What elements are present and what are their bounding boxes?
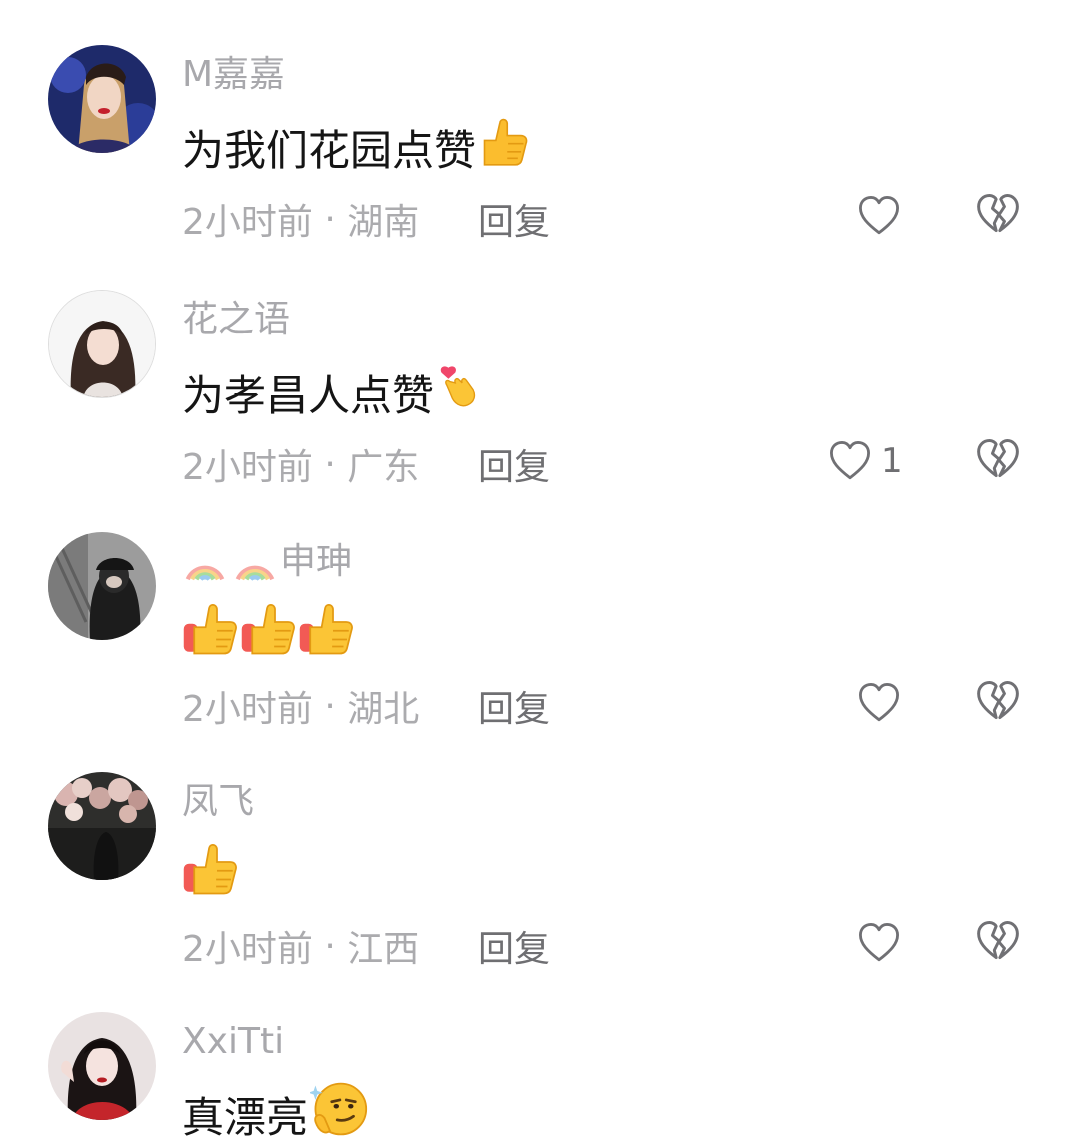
comment-text: 真漂亮 (182, 1081, 368, 1147)
like-button[interactable] (856, 190, 902, 242)
comment-text-content: 为我们花园点赞 (182, 125, 477, 175)
rainbow-icon (182, 539, 228, 585)
username[interactable]: XxiTti (182, 1019, 284, 1065)
comment-item: M嘉嘉 为我们花园点赞 2小时前 · 湖南 回复 (0, 0, 1080, 243)
comment-time: 2小时前 (182, 202, 313, 243)
comment-meta: 2小时前 · 江西 (182, 921, 419, 971)
comment-item: XxiTti 真漂亮 (0, 967, 1080, 1142)
comment-meta: 2小时前 · 广东 (182, 439, 419, 489)
like-button[interactable] (856, 677, 902, 729)
avatar[interactable] (48, 772, 156, 880)
dislike-button[interactable] (974, 435, 1022, 487)
thumbs-up-icon (240, 601, 296, 667)
thumbs-up-icon (298, 601, 354, 667)
dislike-button[interactable] (974, 677, 1022, 729)
comment-item: 花之语 为孝昌人点赞 2小时前 · 广东 回复 1 (0, 245, 1080, 488)
like-button[interactable] (856, 917, 902, 969)
comment-location: 湖北 (347, 689, 420, 730)
smirk-thinking-icon (310, 1080, 368, 1148)
comment-text: 为我们花园点赞 (182, 114, 530, 180)
reply-button[interactable]: 回复 (478, 439, 550, 489)
meta-separator: · (312, 685, 348, 727)
like-button[interactable]: 1 (827, 435, 903, 487)
comment-text (182, 601, 354, 667)
comment-text (182, 841, 238, 907)
comment-text: 为孝昌人点赞 (182, 359, 480, 425)
comment-item: 凤飞 2小时前 · 江西 回复 (0, 727, 1080, 970)
comment-time: 2小时前 (182, 689, 313, 730)
dislike-button[interactable] (974, 190, 1022, 242)
comment-location: 江西 (347, 929, 420, 970)
comment-location: 湖南 (347, 202, 420, 243)
comment-time: 2小时前 (182, 929, 313, 970)
finger-heart-icon (436, 360, 480, 424)
comment-item: 申珅 2小时前 · 湖北 回复 (0, 487, 1080, 730)
avatar[interactable] (48, 532, 156, 640)
avatar[interactable] (48, 45, 156, 153)
broken-heart-icon (974, 435, 1022, 483)
comment-text-content: 真漂亮 (182, 1092, 309, 1142)
reply-button[interactable]: 回复 (478, 681, 550, 731)
avatar[interactable] (48, 290, 156, 398)
thumbs-up-icon (478, 115, 530, 179)
meta-separator: · (312, 198, 348, 240)
comment-location: 广东 (347, 447, 420, 488)
comment-text-content: 为孝昌人点赞 (182, 370, 435, 420)
reply-button[interactable]: 回复 (478, 194, 550, 244)
like-count: 1 (881, 441, 903, 481)
avatar[interactable] (48, 1012, 156, 1120)
rainbow-icon (232, 539, 278, 585)
heart-icon (856, 920, 902, 966)
thumbs-up-icon (182, 841, 238, 907)
meta-separator: · (312, 443, 348, 485)
broken-heart-icon (974, 917, 1022, 965)
broken-heart-icon (974, 190, 1022, 238)
username[interactable]: 凤飞 (182, 779, 254, 825)
username-text: 申珅 (280, 541, 353, 582)
heart-icon (827, 438, 873, 484)
thumbs-up-icon (182, 601, 238, 667)
meta-separator: · (312, 925, 348, 967)
username[interactable]: M嘉嘉 (182, 52, 285, 98)
heart-icon (856, 680, 902, 726)
comment-meta: 2小时前 · 湖南 (182, 194, 419, 244)
comment-meta: 2小时前 · 湖北 (182, 681, 419, 731)
dislike-button[interactable] (974, 917, 1022, 969)
broken-heart-icon (974, 677, 1022, 725)
username[interactable]: 花之语 (182, 297, 290, 343)
heart-icon (856, 193, 902, 239)
comment-time: 2小时前 (182, 447, 313, 488)
username[interactable]: 申珅 (182, 539, 352, 585)
reply-button[interactable]: 回复 (478, 921, 550, 971)
